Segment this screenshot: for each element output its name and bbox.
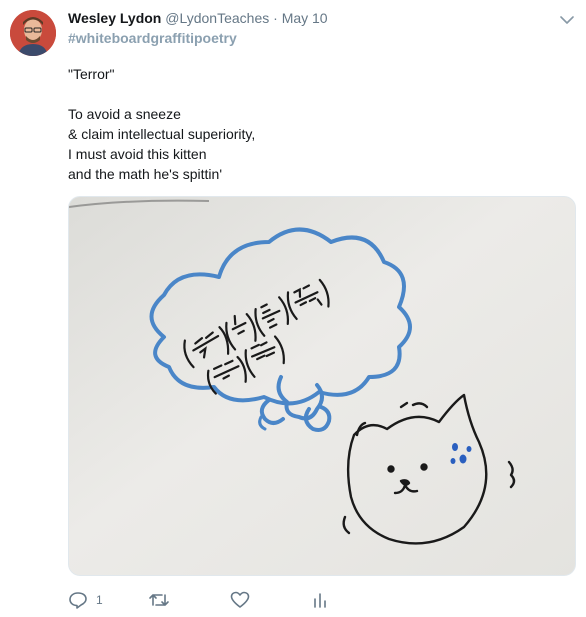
heart-icon <box>230 591 250 609</box>
tweet-line: "Terror" <box>68 66 115 82</box>
tweet-line: and the math he's spittin' <box>68 166 222 182</box>
tweet-photo[interactable] <box>68 196 576 576</box>
tweet[interactable]: Wesley Lydon @LydonTeaches · May 10 #whi… <box>0 0 586 617</box>
author-handle[interactable]: @LydonTeaches <box>165 10 269 26</box>
author-name[interactable]: Wesley Lydon <box>68 10 161 26</box>
reply-button[interactable]: 1 <box>68 588 103 612</box>
like-button[interactable] <box>230 588 258 612</box>
analytics-icon <box>312 591 328 609</box>
reply-count: 1 <box>96 593 103 607</box>
avatar[interactable] <box>10 10 56 56</box>
tweet-text: "Terror" To avoid a sneeze & claim intel… <box>68 64 255 184</box>
retweet-button[interactable] <box>148 588 178 612</box>
tweet-date[interactable]: May 10 <box>282 10 328 26</box>
separator: · <box>273 10 278 26</box>
tweet-line: & claim intellectual superiority, <box>68 126 256 142</box>
chevron-down-icon[interactable] <box>560 12 574 24</box>
tweet-line <box>68 84 255 104</box>
tweet-header: Wesley Lydon @LydonTeaches · May 10 <box>68 8 328 28</box>
reply-icon <box>68 591 88 609</box>
retweet-icon <box>148 591 170 609</box>
tweet-line: I must avoid this kitten <box>68 146 207 162</box>
tweet-line: To avoid a sneeze <box>68 106 181 122</box>
hashtag-link[interactable]: #whiteboardgraffitipoetry <box>68 28 237 48</box>
analytics-button[interactable] <box>312 588 336 612</box>
